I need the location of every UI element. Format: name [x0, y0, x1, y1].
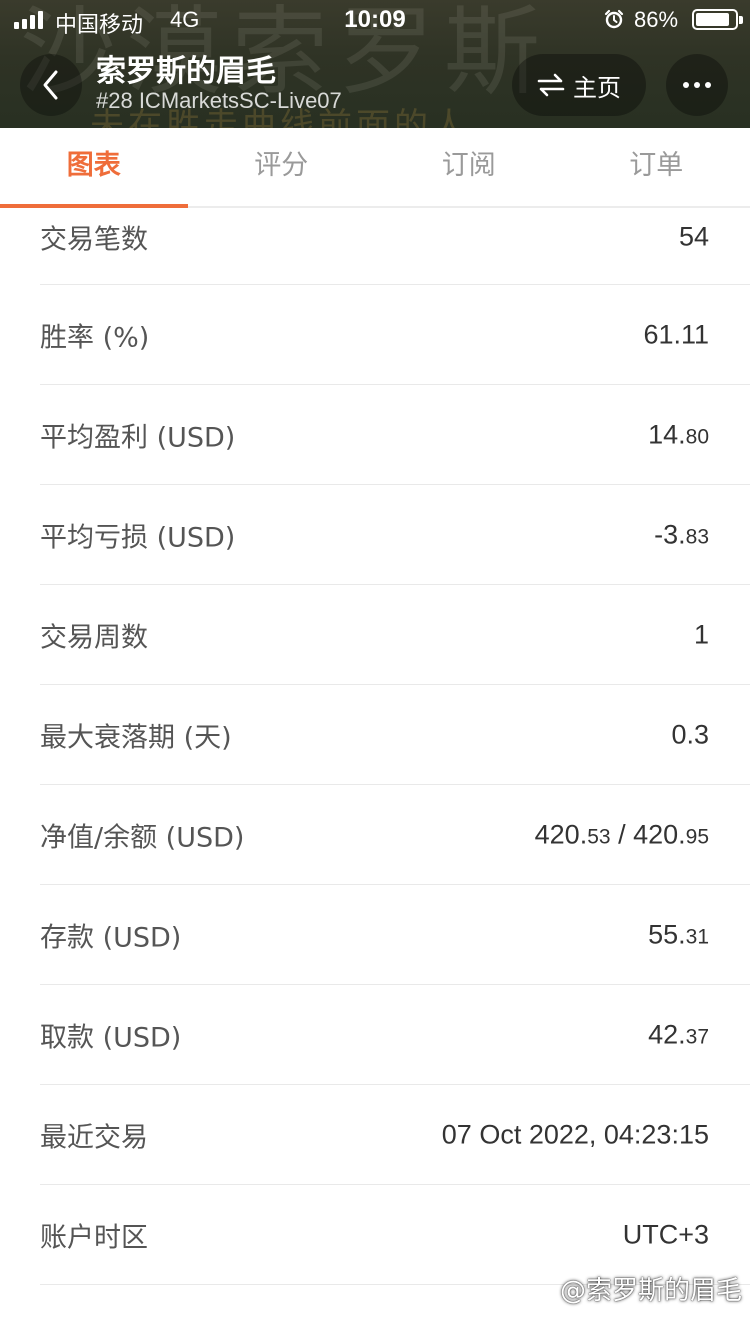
stat-row-deposits: 存款 (USD) 55.31: [40, 885, 750, 985]
stat-label: 最大衰落期 (天): [40, 722, 232, 753]
chevron-left-icon: [43, 70, 58, 100]
stat-row-equity-balance: 净值/余额 (USD) 420.53 / 420.95: [40, 785, 750, 885]
account-stats-list: 交易笔数 54 胜率 (%) 61.11 平均盈利 (USD) 14.80 平均…: [0, 208, 750, 1285]
stat-label: 最近交易: [40, 1122, 148, 1153]
stat-label: 平均盈利 (USD): [40, 422, 236, 453]
watermark: @索罗斯的眉毛: [559, 1276, 742, 1306]
stat-value: 14.80: [648, 419, 709, 449]
stat-label: 交易周数: [40, 622, 148, 653]
stat-value: 1: [693, 619, 709, 649]
stat-value: 61.11: [643, 319, 709, 349]
stat-value: 0.3: [671, 719, 709, 749]
stat-label: 交易笔数: [40, 224, 148, 256]
stat-row-trade-count: 交易笔数 54: [40, 208, 750, 285]
stat-row-latest-trade: 最近交易 07 Oct 2022, 04:23:15: [40, 1085, 750, 1185]
stat-row-withdrawals: 取款 (USD) 42.37: [40, 985, 750, 1085]
status-bar: 中国移动 4G 10:09 86%: [0, 0, 750, 40]
stat-value: 54: [678, 221, 709, 252]
stat-row-avg-profit: 平均盈利 (USD) 14.80: [40, 385, 750, 485]
swap-arrows-icon: [537, 73, 565, 97]
tab-rating[interactable]: 评分: [188, 128, 376, 206]
stat-row-win-rate: 胜率 (%) 61.11: [40, 285, 750, 385]
home-button[interactable]: 主页: [512, 54, 646, 116]
stat-label: 取款 (USD): [40, 1022, 182, 1053]
stat-label: 存款 (USD): [40, 922, 182, 953]
tab-bar: 图表 评分 订阅 订单: [0, 128, 750, 208]
stat-value: UTC+3: [622, 1219, 709, 1249]
stat-label: 胜率 (%): [40, 322, 150, 353]
more-options-button[interactable]: [666, 54, 728, 116]
tab-chart[interactable]: 图表: [0, 128, 188, 208]
stat-value: -3.83: [654, 519, 709, 549]
stat-row-trading-weeks: 交易周数 1: [40, 585, 750, 685]
page-title: 索罗斯的眉毛: [96, 54, 276, 89]
account-subtitle: #28 ICMarketsSC-Live07: [96, 88, 342, 113]
stat-label: 账户时区: [40, 1222, 148, 1253]
back-button[interactable]: [20, 54, 82, 116]
battery-icon: [692, 9, 743, 30]
alarm-icon: [604, 9, 624, 29]
stat-value: 55.31: [648, 919, 709, 949]
stat-row-max-drawdown-period: 最大衰落期 (天) 0.3: [40, 685, 750, 785]
app-header: 沙漠索罗斯 未在胜走曲线前面的人 中国移动 4G 10:09 86% 索罗斯的眉…: [0, 0, 750, 128]
home-button-label: 主页: [573, 73, 621, 102]
stat-value: 42.37: [648, 1019, 709, 1049]
tab-subscribe[interactable]: 订阅: [375, 128, 563, 206]
battery-percent: 86%: [634, 7, 679, 32]
stat-value: 07 Oct 2022, 04:23:15: [441, 1119, 709, 1149]
tab-orders[interactable]: 订单: [563, 128, 750, 206]
stat-label: 净值/余额 (USD): [40, 822, 245, 853]
stat-value: 420.53 / 420.95: [534, 819, 709, 849]
stat-row-avg-loss: 平均亏损 (USD) -3.83: [40, 485, 750, 585]
stat-label: 平均亏损 (USD): [40, 522, 236, 553]
more-dots-icon: [683, 82, 689, 88]
